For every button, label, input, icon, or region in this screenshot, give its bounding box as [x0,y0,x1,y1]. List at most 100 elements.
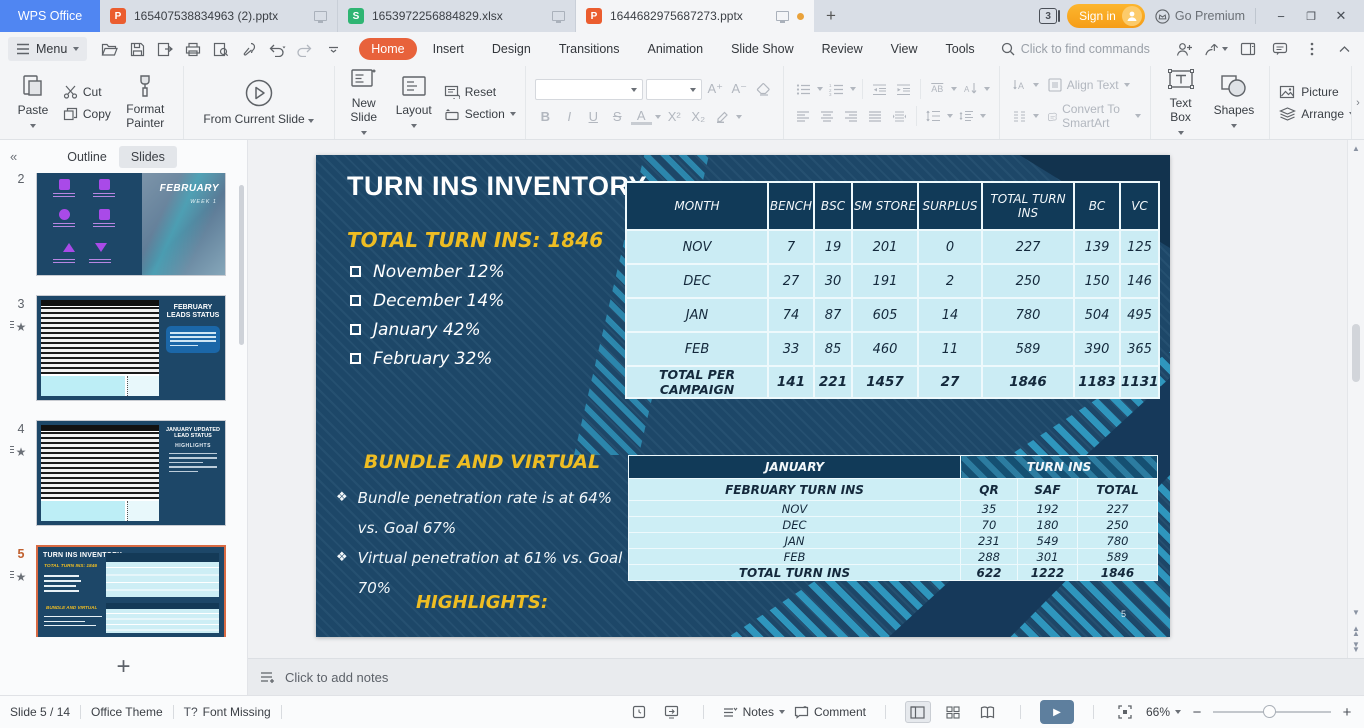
thumbnail-canvas[interactable]: JANUARY UPDATED LEAD STATUS HIGHLIGHTS [36,420,226,526]
menu-tab-insert[interactable]: Insert [421,38,476,60]
save-button[interactable] [125,37,149,61]
menu-tab-review[interactable]: Review [810,38,875,60]
format-painter-button[interactable]: Format Painter [117,71,174,134]
font-size-select[interactable] [646,79,702,100]
font-color-button[interactable]: A [631,108,652,125]
zoom-level-button[interactable]: 66% [1146,705,1181,719]
january-turn-ins-table[interactable]: JANUARY TURN INS FEBRUARY TURN INS QR SA… [628,455,1158,581]
task-pane-button[interactable] [1236,37,1260,61]
slide-title[interactable]: TURN INS INVENTORY [347,171,647,202]
slide-thumbnail-4[interactable]: 4 ★ JANUARY UPDATED LEAD STATUS HIGHLIGH… [6,420,247,526]
arrange-button[interactable]: Arrange [1279,107,1355,121]
align-text-button[interactable]: Align Text [1048,78,1130,92]
zoom-out-button[interactable]: − [1190,704,1204,721]
play-slideshow-button[interactable]: ▶ [1040,700,1074,724]
tab-outline[interactable]: Outline [55,146,119,168]
notes-bar[interactable]: Click to add notes [248,658,1364,695]
collapse-ribbon-button[interactable] [1332,37,1356,61]
italic-button[interactable]: I [559,107,580,127]
slide-thumbnail-3[interactable]: 3 ★ FEBRUARY LEADS STATUS [6,295,247,401]
doc-tab-1[interactable]: P 165407538834963 (2).pptx [100,0,338,32]
menu-button[interactable]: Menu [8,37,87,61]
theme-name[interactable]: Office Theme [91,705,163,719]
text-box-button[interactable]: Text Box [1160,63,1202,141]
app-menu-button[interactable]: WPS Office [0,0,100,32]
distribute-button[interactable] [889,106,910,126]
print-preview-button[interactable] [209,37,233,61]
text-direction-rotate-button[interactable]: A [1009,75,1030,95]
go-premium-button[interactable]: Go Premium [1155,9,1245,24]
layout-button[interactable]: Layout [390,70,438,135]
ribbon-expand-button[interactable]: › [1351,66,1364,139]
new-tab-button[interactable]: + [814,0,848,32]
decrease-indent-button[interactable] [869,79,890,99]
picture-button[interactable]: Picture [1279,85,1355,99]
bundle-virtual-heading[interactable]: BUNDLE AND VIRTUAL [336,451,628,473]
text-direction-button[interactable]: AB [927,79,948,99]
slide-5-canvas[interactable]: TURN INS INVENTORY TOTAL TURN INS: 1846 … [316,155,1170,637]
window-count-button[interactable]: 3 [1039,8,1057,24]
fit-slide-button[interactable] [1113,700,1137,724]
menu-tab-home[interactable]: Home [359,38,416,60]
search-input[interactable] [1021,42,1171,56]
menu-tab-animation[interactable]: Animation [635,38,715,60]
slide-thumbnail-5-selected[interactable]: 5 ★ TURN INS INVENTORY TOTAL TURN INS: 1… [6,545,247,637]
doc-tab-3-active[interactable]: P 1644682975687273.pptx [576,0,814,32]
from-current-slide-button[interactable]: From Current Slide [193,75,325,130]
numbered-list-button[interactable]: 123 [826,79,847,99]
convert-to-smartart-button[interactable]: Convert To SmartArt [1048,102,1141,130]
share-with-people-button[interactable] [1172,37,1196,61]
zoom-slider[interactable] [1213,711,1331,713]
clear-format-button[interactable] [753,79,774,99]
more-options-button[interactable] [1300,37,1324,61]
previous-slide-button[interactable]: ▲▲ [1352,627,1360,636]
add-comment-button[interactable]: Comment [794,705,866,719]
restore-button[interactable]: ❐ [1296,2,1326,30]
menu-tab-design[interactable]: Design [480,38,543,60]
scroll-up-icon[interactable]: ▲ [1352,140,1360,156]
subscript-button[interactable]: X₂ [688,107,709,127]
turn-ins-table[interactable]: MONTH BENCH BSC SM STORE SURPLUS TOTAL T… [625,181,1160,399]
print-button[interactable] [181,37,205,61]
total-turn-ins-heading[interactable]: TOTAL TURN INS: 1846 [347,228,603,252]
minimize-button[interactable]: − [1266,2,1296,30]
strikethrough-button[interactable]: S [607,107,628,127]
justify-button[interactable] [865,106,886,126]
thumbnail-canvas[interactable]: FEBRUARY LEADS STATUS [36,295,226,401]
collapse-panel-button[interactable]: « [10,149,17,164]
quick-access-more-button[interactable] [321,37,345,61]
new-slide-button[interactable]: New Slide [344,63,384,141]
bold-button[interactable]: B [535,107,556,127]
reset-button[interactable]: Reset [444,85,516,99]
open-file-button[interactable] [97,37,121,61]
menu-tab-view[interactable]: View [879,38,930,60]
decrease-font-button[interactable]: A⁻ [729,79,750,99]
task-window-icon[interactable] [627,700,651,724]
format-brush-button[interactable] [237,37,261,61]
notes-toggle-button[interactable]: Notes [723,705,785,719]
undo-button[interactable] [265,37,289,61]
share-export-button[interactable] [1204,37,1228,61]
thumbnail-canvas[interactable]: FEBRUARY WEEK 1 [36,173,226,276]
highlight-button[interactable] [712,107,733,127]
thumbnail-canvas[interactable]: TURN INS INVENTORY TOTAL TURN INS: 1846 … [36,545,226,637]
superscript-button[interactable]: X² [664,107,685,127]
close-button[interactable]: ✕ [1326,2,1356,30]
cut-button[interactable]: Cut [63,85,111,99]
increase-indent-button[interactable] [893,79,914,99]
align-left-button[interactable] [793,106,814,126]
sign-in-button[interactable]: Sign in [1067,4,1145,28]
vertical-text-button[interactable]: A [960,79,981,99]
underline-button[interactable]: U [583,107,604,127]
zoom-in-button[interactable]: + [1340,704,1354,721]
save-as-button[interactable] [153,37,177,61]
paragraph-spacing-button[interactable] [956,106,977,126]
bullet-list-button[interactable] [793,79,814,99]
doc-tab-2[interactable]: S 1653972256884829.xlsx [338,0,576,32]
redo-button[interactable] [293,37,317,61]
align-right-button[interactable] [841,106,862,126]
bundle-bullet-list[interactable]: ❖Bundle penetration rate is at 64% vs. G… [336,483,638,603]
copy-button[interactable]: Copy [63,107,111,121]
command-search[interactable] [1001,42,1171,56]
normal-view-button[interactable] [905,701,931,723]
